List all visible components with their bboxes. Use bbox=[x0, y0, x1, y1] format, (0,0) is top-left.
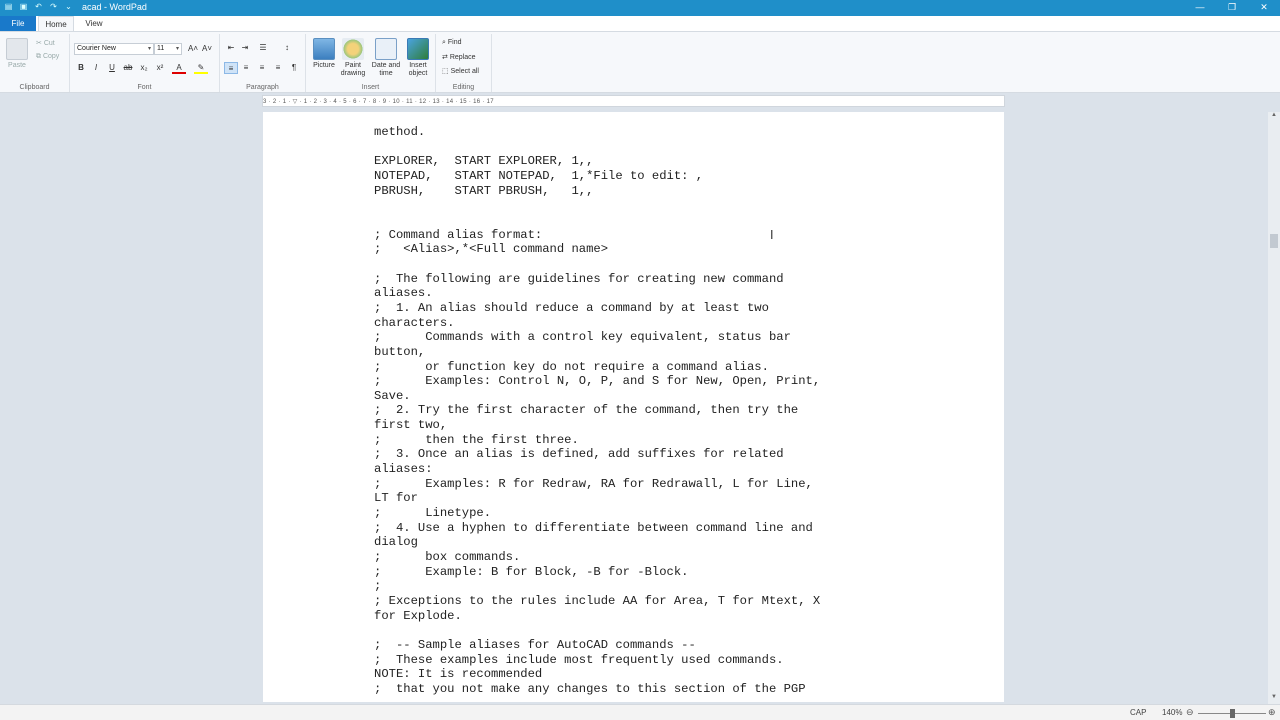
paragraph-dialog-icon[interactable]: ¶ bbox=[287, 62, 301, 74]
window-title: acad - WordPad bbox=[82, 2, 147, 12]
paste-icon bbox=[6, 38, 28, 60]
font-label: Font bbox=[137, 84, 152, 91]
app-icon: ▤ bbox=[4, 2, 13, 11]
scroll-up-icon[interactable]: ▲ bbox=[1268, 112, 1280, 122]
status-bar: CAP 140% ⊖ ⊕ bbox=[0, 704, 1280, 720]
cut-button[interactable]: ✂ Cut bbox=[36, 39, 55, 47]
document-page[interactable]: method. EXPLORER, START EXPLORER, 1,, NO… bbox=[263, 112, 1004, 702]
scroll-down-icon[interactable]: ▼ bbox=[1268, 694, 1280, 704]
ribbon-tabs: File Home View bbox=[0, 16, 1280, 31]
subscript-icon[interactable]: x₂ bbox=[137, 62, 151, 74]
italic-icon[interactable]: I bbox=[89, 62, 103, 74]
close-button[interactable]: ✕ bbox=[1248, 0, 1280, 16]
highlight-icon[interactable]: ✎ bbox=[194, 62, 208, 74]
date-time-button[interactable]: Date and time bbox=[370, 38, 402, 78]
replace-button[interactable]: ⇄ Replace bbox=[442, 53, 476, 61]
tab-view[interactable]: View bbox=[80, 16, 108, 31]
vertical-scrollbar[interactable]: ▲ ▼ bbox=[1268, 112, 1280, 704]
find-icon: ⌕ bbox=[442, 39, 446, 46]
zoom-out-icon[interactable]: ⊖ bbox=[1186, 707, 1194, 718]
paint-drawing-button[interactable]: Paint drawing bbox=[338, 38, 368, 78]
insert-group: Picture Paint drawing Date and time Inse… bbox=[306, 34, 436, 92]
redo-icon[interactable]: ↷ bbox=[49, 2, 58, 11]
restore-button[interactable]: ❐ bbox=[1216, 0, 1248, 16]
decrease-indent-icon[interactable]: ⇤ bbox=[224, 42, 238, 54]
superscript-icon[interactable]: x² bbox=[153, 62, 167, 74]
paste-button[interactable]: Paste bbox=[4, 38, 30, 69]
align-center-icon[interactable]: ≡ bbox=[239, 62, 253, 74]
insert-object-button[interactable]: Insert object bbox=[404, 38, 432, 78]
zoom-level[interactable]: 140% bbox=[1162, 708, 1182, 717]
zoom-slider-handle[interactable] bbox=[1230, 709, 1235, 718]
underline-icon[interactable]: U bbox=[105, 62, 119, 74]
select-all-button[interactable]: ⬚ Select all bbox=[442, 67, 479, 75]
save-icon[interactable]: ▣ bbox=[19, 2, 28, 11]
strikethrough-icon[interactable]: ab bbox=[121, 62, 135, 74]
calendar-icon bbox=[375, 38, 397, 60]
clipboard-group: Paste ✂ Cut ⧉ Copy Clipboard bbox=[0, 34, 70, 92]
paragraph-group: ⇤ ⇥ ☰ ↕ ≡ ≡ ≡ ≡ ¶ Paragraph bbox=[220, 34, 306, 92]
text-color-icon[interactable]: A bbox=[172, 62, 186, 74]
copy-button[interactable]: ⧉ Copy bbox=[36, 53, 59, 61]
clipboard-label: Clipboard bbox=[19, 84, 50, 91]
undo-icon[interactable]: ↶ bbox=[34, 2, 43, 11]
align-right-icon[interactable]: ≡ bbox=[255, 62, 269, 74]
picture-button[interactable]: Picture bbox=[310, 38, 338, 69]
select-all-icon: ⬚ bbox=[442, 68, 449, 75]
text-cursor-icon: I bbox=[770, 228, 774, 242]
insert-label: Insert bbox=[361, 84, 380, 91]
paint-icon bbox=[342, 38, 364, 60]
customize-qa-icon[interactable]: ⌄ bbox=[64, 2, 73, 11]
editing-label: Editing bbox=[452, 84, 475, 91]
ruler-scale: 3 · 2 · 1 · ▽ · 1 · 2 · 3 · 4 · 5 · 6 · … bbox=[263, 99, 494, 105]
tab-home[interactable]: Home bbox=[38, 16, 74, 31]
font-family-select[interactable]: Courier New bbox=[74, 43, 154, 55]
paragraph-label: Paragraph bbox=[246, 84, 279, 91]
increase-indent-icon[interactable]: ⇥ bbox=[238, 42, 252, 54]
shrink-font-icon[interactable]: A˅ bbox=[200, 43, 214, 55]
title-bar: ▤ ▣ ↶ ↷ ⌄ acad - WordPad — ❐ ✕ bbox=[0, 0, 1280, 16]
ribbon: Paste ✂ Cut ⧉ Copy Clipboard Courier New… bbox=[0, 31, 1280, 93]
scroll-thumb[interactable] bbox=[1270, 234, 1278, 248]
document-text[interactable]: method. EXPLORER, START EXPLORER, 1,, NO… bbox=[374, 125, 894, 697]
object-icon bbox=[407, 38, 429, 60]
grow-font-icon[interactable]: A˄ bbox=[186, 43, 200, 55]
justify-icon[interactable]: ≡ bbox=[271, 62, 285, 74]
editing-group: ⌕ Find ⇄ Replace ⬚ Select all Editing bbox=[436, 34, 492, 92]
find-button[interactable]: ⌕ Find bbox=[442, 39, 462, 47]
ruler[interactable]: 3 · 2 · 1 · ▽ · 1 · 2 · 3 · 4 · 5 · 6 · … bbox=[262, 95, 1005, 107]
quick-access-toolbar: ▤ ▣ ↶ ↷ ⌄ bbox=[4, 2, 73, 11]
picture-icon bbox=[313, 38, 335, 60]
replace-icon: ⇄ bbox=[442, 54, 448, 61]
line-spacing-icon[interactable]: ↕ bbox=[280, 42, 294, 54]
align-left-icon[interactable]: ≡ bbox=[224, 62, 238, 74]
bold-icon[interactable]: B bbox=[74, 62, 88, 74]
font-group: Courier New 11 A˄ A˅ B I U ab x₂ x² A ✎ … bbox=[70, 34, 220, 92]
zoom-in-icon[interactable]: ⊕ bbox=[1268, 707, 1276, 718]
caps-lock-indicator: CAP bbox=[1130, 708, 1147, 717]
bullets-icon[interactable]: ☰ bbox=[256, 42, 270, 54]
tab-file[interactable]: File bbox=[0, 16, 36, 31]
minimize-button[interactable]: — bbox=[1184, 0, 1216, 16]
font-size-select[interactable]: 11 bbox=[154, 43, 182, 55]
